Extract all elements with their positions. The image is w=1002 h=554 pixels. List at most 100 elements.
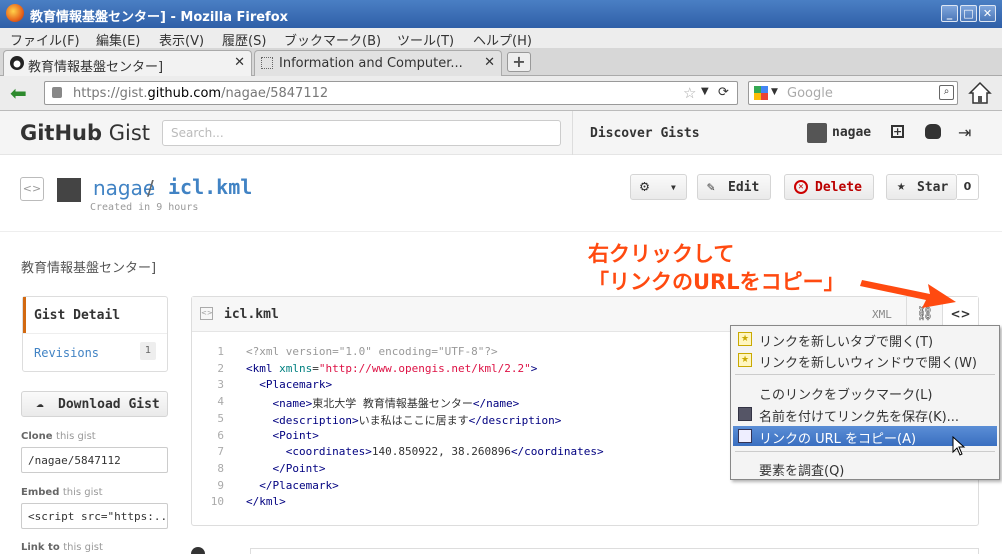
firefox-logo-icon [6, 4, 24, 22]
search-placeholder: Google [787, 86, 833, 101]
star-icon: ★ [897, 178, 906, 194]
menu-open-new-window[interactable]: ★ リンクを新しいウィンドウで開く(W) [733, 350, 997, 371]
embed-code-input[interactable]: <script src="https:... [21, 503, 168, 529]
created-time: Created in 9 hours [90, 202, 199, 213]
url-prefix: https://gist. [73, 86, 148, 101]
edit-label: Edit [728, 180, 760, 195]
page-icon [261, 57, 273, 69]
context-menu: ★ リンクを新しいタブで開く(T) ★ リンクを新しいウィンドウで開く(W) こ… [730, 325, 1000, 480]
delete-x-icon: ✕ [794, 180, 808, 194]
maximize-button[interactable]: □ [960, 5, 977, 22]
url-host: github.com [147, 86, 222, 101]
file-name-link[interactable]: icl.kml [224, 307, 279, 322]
annotation-text: 右クリックして 「リンクのURLをコピー」 [588, 240, 845, 296]
revisions-count: 1 [140, 342, 156, 360]
dropdown-arrow-icon[interactable]: ▼ [771, 87, 778, 97]
menu-item-label: リンクの URL をコピー(A) [759, 432, 917, 447]
code-line: <description>いま私はここに居ます</description> [272, 413, 562, 427]
search-bar[interactable]: ▼ Google ⌕ [748, 81, 958, 105]
divider [572, 111, 573, 155]
bookmark-star-icon[interactable]: ☆ [683, 84, 696, 102]
star-button[interactable]: ★ Star [886, 174, 957, 200]
comment-avatar [191, 547, 205, 554]
save-disk-icon [738, 407, 752, 421]
annotation-line-1: 右クリックして [588, 242, 735, 266]
user-avatar[interactable] [807, 123, 827, 143]
close-tab-icon[interactable]: ✕ [234, 55, 245, 70]
home-icon[interactable] [968, 81, 992, 105]
menu-tools[interactable]: ツール(T) [397, 30, 454, 49]
delete-button[interactable]: ✕ Delete [784, 174, 874, 200]
settings-dropdown-button[interactable]: ⚙ ▼ [630, 174, 687, 200]
pencil-icon: ✎ [707, 180, 715, 195]
clone-label: Clone this gist [21, 431, 96, 442]
revisions-link[interactable]: Revisions [34, 346, 99, 360]
username-link[interactable]: nagae [832, 125, 871, 140]
clone-url-input[interactable]: /nagae/5847112 [21, 447, 168, 473]
menu-item-label: このリンクをブックマーク(L) [759, 388, 933, 403]
annotation-arrow-icon [860, 280, 956, 308]
minimize-button[interactable]: _ [941, 5, 958, 22]
close-window-button[interactable]: ✕ [979, 5, 996, 22]
tab-label: 教育情報基盤センター] [28, 60, 164, 75]
menu-view[interactable]: 表示(V) [159, 30, 204, 49]
code-line: <Point> [272, 428, 319, 442]
star-count: 0 [957, 174, 979, 200]
new-gist-icon[interactable]: + [891, 125, 904, 138]
star-label: Star [917, 180, 949, 195]
reload-icon[interactable]: ⟳ [718, 85, 729, 100]
github-header: GitHub Gist Search... Discover Gists nag… [0, 111, 1002, 155]
owner-link[interactable]: nagae [93, 176, 155, 200]
menu-inspect-element[interactable]: 要素を調査(Q) [733, 458, 997, 479]
link-to-label: Link to this gist [21, 542, 103, 553]
cloud-download-icon: ☁ [36, 396, 44, 411]
star-icon: ★ [738, 353, 752, 367]
tab-information[interactable]: Information and Computer... ✕ [254, 50, 502, 76]
navigation-bar: ⬅ https://gist.github.com/nagae/5847112 … [0, 76, 1002, 111]
download-label: Download Gist [58, 397, 160, 412]
download-gist-button[interactable]: ☁ Download Gist [21, 391, 168, 417]
embed-label: Embed this gist [21, 487, 103, 498]
menu-save-link-as[interactable]: 名前を付けてリンク先を保存(K)... [733, 404, 997, 425]
menu-bookmark-link[interactable]: このリンクをブックマーク(L) [733, 382, 997, 403]
code-line: <?xml version="1.0" encoding="UTF-8"?> [246, 345, 498, 358]
code-line: </kml> [246, 495, 286, 509]
delete-label: Delete [815, 180, 862, 195]
close-tab-icon[interactable]: ✕ [484, 55, 495, 70]
file-code-icon: <> [200, 307, 213, 320]
octocat-icon[interactable] [925, 124, 941, 139]
code-line: </Placemark> [259, 478, 339, 492]
active-indicator [23, 297, 26, 333]
discover-gists-link[interactable]: Discover Gists [590, 126, 700, 141]
back-arrow-icon[interactable]: ⬅ [10, 83, 27, 103]
gist-description: 教育情報基盤センター] [21, 261, 157, 276]
search-icon[interactable]: ⌕ [939, 85, 954, 100]
divider [23, 333, 167, 334]
menu-open-new-tab[interactable]: ★ リンクを新しいタブで開く(T) [733, 329, 997, 350]
menu-help[interactable]: ヘルプ(H) [473, 30, 532, 49]
menu-edit[interactable]: 編集(E) [96, 30, 140, 49]
code-line: </Point> [272, 461, 326, 475]
window-titlebar: 教育情報基盤センター] - Mozilla Firefox _ □ ✕ [0, 0, 1002, 28]
menu-history[interactable]: 履歴(S) [222, 30, 266, 49]
tab-bar: 教育情報基盤センター] ✕ Information and Computer..… [0, 48, 1002, 76]
gist-filename-title[interactable]: icl.kml [168, 175, 252, 199]
owner-avatar[interactable] [57, 178, 81, 202]
menu-separator [735, 374, 995, 375]
menu-file[interactable]: ファイル(F) [10, 30, 80, 49]
url-bar[interactable]: https://gist.github.com/nagae/5847112 ☆ … [44, 81, 738, 105]
sign-out-icon[interactable]: ⇥ [958, 123, 971, 142]
menu-bookmarks[interactable]: ブックマーク(B) [284, 30, 381, 49]
gist-code-icon: <> [20, 177, 44, 201]
dropdown-arrow-icon[interactable]: ▼ [701, 86, 709, 97]
edit-button[interactable]: ✎ Edit [697, 174, 771, 200]
github-gist-logo[interactable]: GitHub Gist [20, 121, 150, 145]
gist-search-input[interactable]: Search... [162, 120, 561, 146]
new-tab-button[interactable]: + [507, 52, 531, 72]
code-line: <Placemark> [259, 378, 333, 392]
gear-icon: ⚙ [640, 177, 650, 195]
window-title: 教育情報基盤センター] - Mozilla Firefox [30, 10, 289, 25]
gist-side-menu: Gist Detail Revisions 1 [22, 296, 168, 372]
tab-gist[interactable]: 教育情報基盤センター] ✕ [3, 50, 252, 76]
gist-detail-link[interactable]: Gist Detail [34, 308, 120, 323]
